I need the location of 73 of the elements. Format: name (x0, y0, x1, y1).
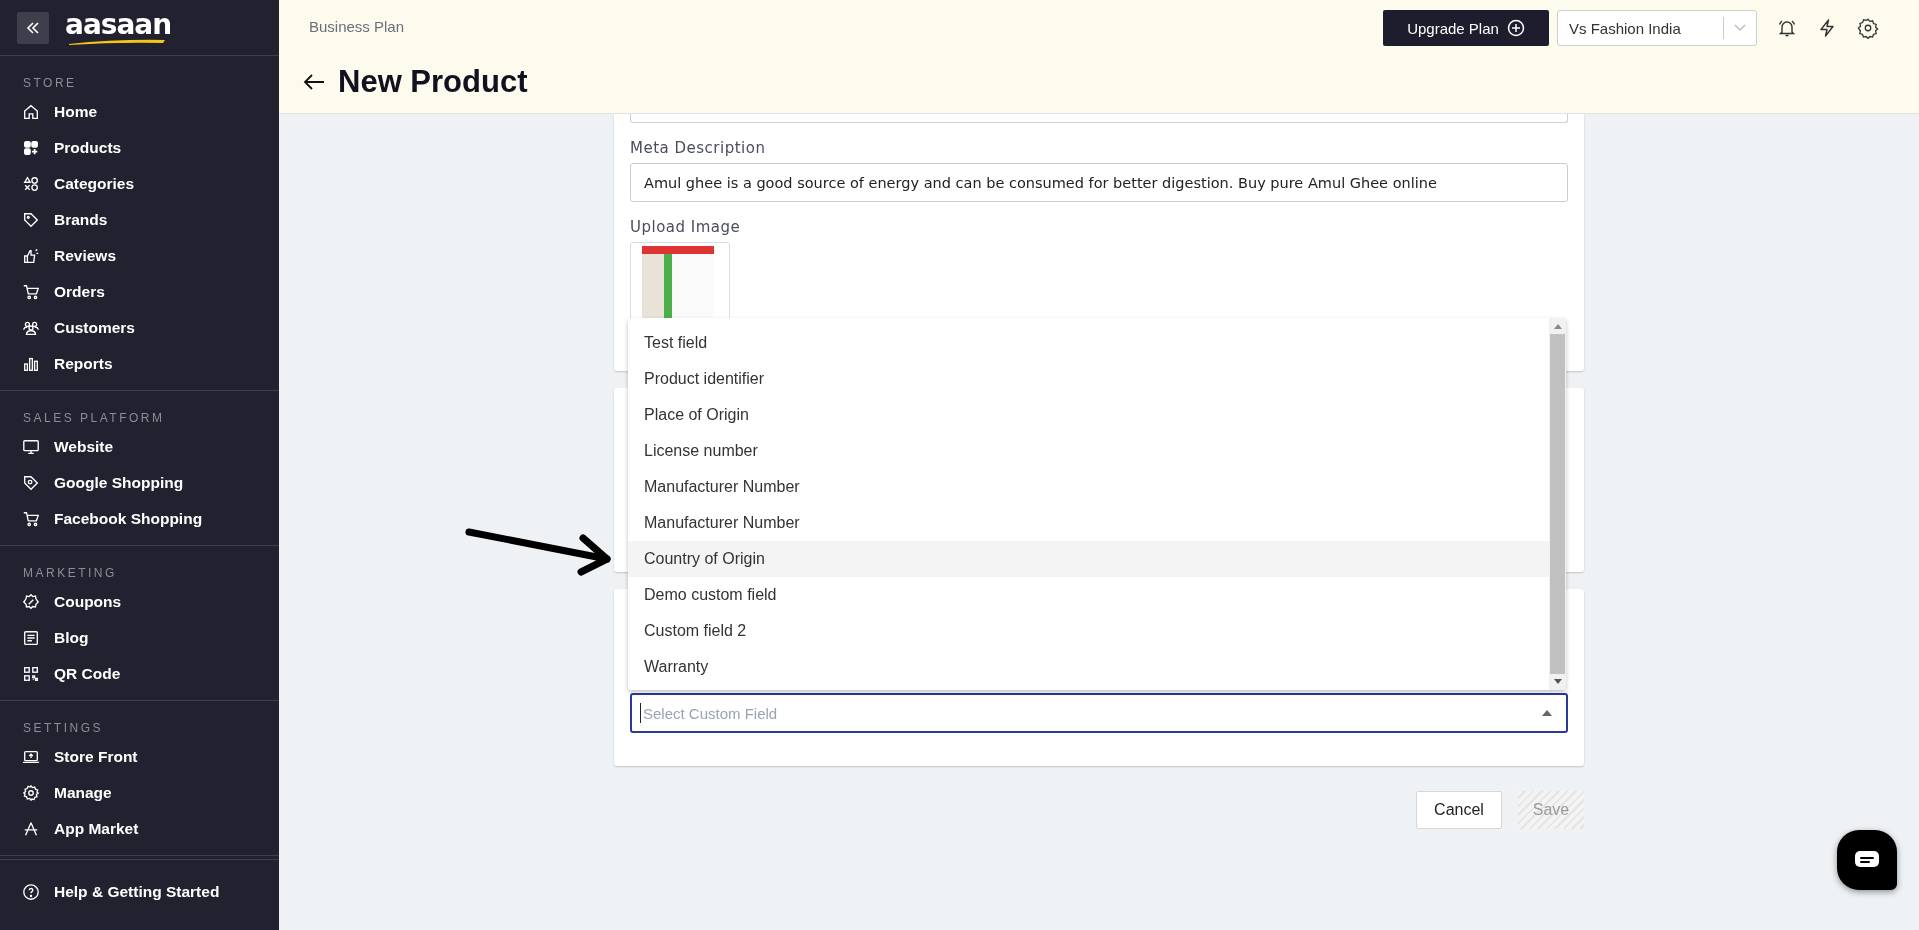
tag-icon (22, 211, 40, 229)
dropdown-option[interactable]: Custom field 2 (628, 613, 1549, 649)
scrollbar[interactable] (1549, 318, 1566, 690)
sidebar-item[interactable]: Help & Getting Started (0, 874, 279, 910)
chat-icon (1854, 850, 1880, 870)
scroll-down-icon[interactable] (1553, 679, 1562, 684)
sidebar-item[interactable]: Home (0, 94, 279, 130)
dropdown-option[interactable]: Country of Origin (628, 541, 1549, 577)
sidebar-item[interactable]: Customers (0, 310, 279, 346)
thumbs-up-icon (22, 247, 40, 265)
monitor-icon (22, 438, 40, 456)
grid-plus-icon (22, 139, 40, 157)
sidebar-item[interactable]: Products (0, 130, 279, 166)
sidebar-item[interactable]: Website (0, 429, 279, 465)
sidebar-item[interactable]: App Market (0, 811, 279, 847)
sidebar-item[interactable]: Coupons (0, 584, 279, 620)
sidebar-item[interactable]: Categories (0, 166, 279, 202)
bell-icon[interactable] (1777, 18, 1797, 38)
document-icon (22, 629, 40, 647)
field-label: Upload Image (630, 218, 742, 236)
people-icon (22, 319, 40, 337)
sidebar-item[interactable]: Brands (0, 202, 279, 238)
cart-icon (22, 510, 40, 528)
qr-code-icon (22, 665, 40, 683)
coupon-icon (22, 593, 40, 611)
back-arrow-icon[interactable] (302, 73, 326, 91)
sidebar-item[interactable]: Store Front (0, 739, 279, 775)
dropdown-option[interactable]: Test field (628, 325, 1549, 361)
chevron-down-icon (1734, 24, 1746, 32)
sidebar-item[interactable]: Manage (0, 775, 279, 811)
input-field[interactable]: Amul ghee is a good source of energy and can be consumed for better digestion. Buy pure Amul Ghee online (630, 163, 1568, 202)
settings-icon (22, 784, 40, 802)
cancel-button[interactable]: Cancel (1416, 791, 1502, 829)
dropdown-option[interactable]: Product identifier (628, 361, 1549, 397)
section-heading: SALES PLATFORM (22, 410, 166, 427)
compass-icon (22, 820, 40, 838)
caret-icon (1542, 710, 1552, 716)
sidebar-item[interactable]: Google Shopping (0, 465, 279, 501)
shapes-icon (22, 175, 40, 193)
plus-circle-icon (1506, 19, 1525, 37)
lightning-icon[interactable] (1817, 18, 1837, 38)
cart-icon (22, 283, 40, 301)
sidebar-item[interactable]: Facebook Shopping (0, 501, 279, 537)
sidebar-item[interactable]: Orders (0, 274, 279, 310)
sidebar-item[interactable]: Reports (0, 346, 279, 382)
help-icon (22, 883, 40, 901)
section-heading: STORE (22, 75, 78, 92)
upgrade-button[interactable]: Upgrade Plan (1383, 10, 1549, 46)
laptop-icon (22, 748, 40, 766)
dropdown-option[interactable]: Demo custom field (628, 577, 1549, 613)
collapse-button[interactable] (17, 11, 49, 44)
tag-icon (22, 474, 40, 492)
section-heading: SETTINGS (22, 720, 104, 737)
store-select[interactable]: Vs Fashion India (1557, 10, 1757, 46)
home-icon (22, 103, 40, 121)
sidebar-item[interactable]: Blog (0, 620, 279, 656)
dropdown-option[interactable]: Place of Origin (628, 397, 1549, 433)
dropdown-option[interactable]: License number (628, 433, 1549, 469)
sidebar-item[interactable]: QR Code (0, 656, 279, 692)
page-title: New Product (338, 64, 528, 100)
bar-chart-icon (22, 355, 40, 373)
scroll-up-icon[interactable] (1553, 324, 1562, 329)
logo: aasaan (65, 9, 172, 46)
dropdown-option[interactable]: Warranty (628, 649, 1549, 685)
field-label: Meta Description (630, 139, 767, 157)
dropdown-option[interactable]: Manufacturer Number (628, 469, 1549, 505)
chat-button[interactable] (1837, 830, 1897, 890)
dropdown-option[interactable]: Manufacturer Number (628, 505, 1549, 541)
select-field[interactable]: Select Custom Field (630, 693, 1568, 733)
sidebar-item[interactable]: Reviews (0, 238, 279, 274)
section-heading: MARKETING (22, 565, 118, 582)
plan-label: Business Plan (309, 18, 405, 35)
settings-icon[interactable] (1857, 17, 1879, 39)
